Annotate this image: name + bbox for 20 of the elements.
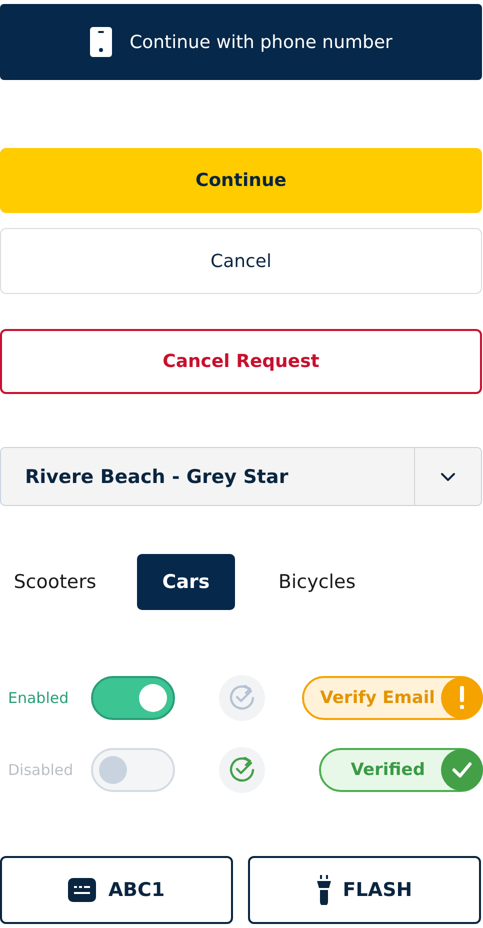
plate-button[interactable]: ABC1	[0, 856, 233, 924]
keyboard-icon	[68, 878, 96, 902]
sync-check-icon	[219, 747, 265, 793]
phone-login-button[interactable]: Continue with phone number	[0, 4, 482, 80]
toggle-switch[interactable]	[91, 676, 175, 720]
status-pill: Verified	[318, 748, 483, 792]
toggle-label: Disabled	[7, 761, 74, 779]
tab[interactable]: Bicycles	[268, 554, 366, 610]
cancel-request-button[interactable]: Cancel Request	[0, 329, 482, 394]
toggle-label: Enabled	[7, 689, 70, 707]
tab[interactable]: Cars	[137, 554, 235, 610]
location-dropdown[interactable]: Rivere Beach - Grey Star	[0, 447, 482, 506]
sync-check-icon	[219, 675, 265, 721]
continue-button[interactable]: Continue	[0, 148, 482, 213]
phone-icon	[90, 27, 112, 57]
tab[interactable]: Scooters	[6, 554, 104, 610]
chevron-down-icon	[441, 472, 455, 480]
flash-button[interactable]: FLASH	[248, 856, 481, 924]
flashlight-icon	[316, 875, 331, 905]
cancel-button[interactable]: Cancel	[0, 228, 482, 294]
